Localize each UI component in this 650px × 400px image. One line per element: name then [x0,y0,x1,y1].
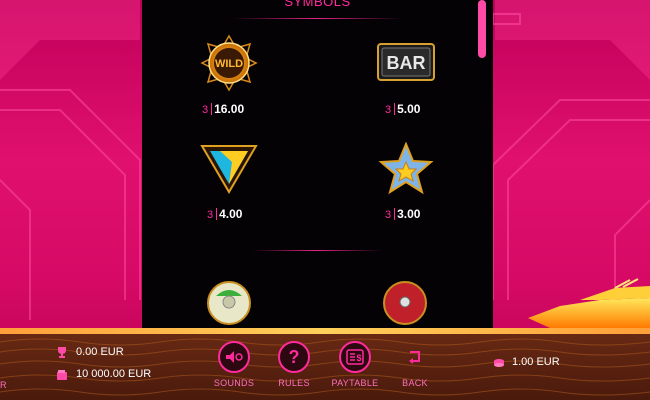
panel-title: SYMBOLS [284,0,351,9]
speedboat-image [528,278,650,328]
star-symbol-icon [378,142,434,195]
payout-value: 4.00 [219,207,243,221]
payout-value: 5.00 [397,102,421,116]
back-label: BACK [402,378,428,388]
rules-label: RULES [278,378,310,388]
payout-value: 3.00 [397,207,421,221]
wild-symbol-text: WILD [215,58,243,70]
payout-separator [394,208,396,220]
payout-count: 3 [385,209,392,221]
paytable-icon[interactable]: $ [339,341,371,373]
credit-amount: 10 000.00 EUR [76,368,152,380]
title-divider [232,18,402,19]
payout-value: 16.00 [214,102,245,116]
paytable-label: PAYTABLE [331,378,379,388]
payout-star: 3 3.00 [385,207,420,221]
green-orb-symbol-icon [207,281,251,325]
back-arrow-icon[interactable] [399,341,431,373]
payout-separator [216,208,218,220]
question-icon[interactable]: ? [278,341,310,373]
payout-separator [211,103,213,115]
payout-count: 3 [385,104,392,116]
win-amount: 0.00 EUR [76,346,124,358]
bet-amount: 1.00 EUR [512,356,560,368]
section-divider [252,250,382,251]
speaker-icon[interactable] [218,341,250,373]
payout-count: 3 [202,104,209,116]
paytable-panel[interactable]: SYMBOLS WILD 3 16.00 BAR 3 5.00 3 4.00 3… [142,0,493,328]
wallet-icon [57,370,67,380]
triangle-symbol-icon [200,145,258,194]
coins-icon [494,359,504,367]
bar-symbol-icon: BAR [377,43,435,81]
payout-count: 3 [207,209,214,221]
payout-wild: 3 16.00 [202,102,244,116]
payout-bar: 3 5.00 [385,102,420,116]
svg-text:$: $ [356,353,361,363]
bar-symbol-text: BAR [387,53,426,73]
paytable-button[interactable]: $ PAYTABLE [325,341,385,388]
payout-separator [394,103,396,115]
panel-scrollbar[interactable] [478,0,486,58]
wild-symbol-icon: WILD [200,34,258,92]
back-button[interactable]: BACK [385,341,445,388]
trophy-icon [58,347,66,358]
sounds-label: SOUNDS [213,378,255,388]
sounds-button[interactable]: SOUNDS [204,341,264,388]
left-edge-text: R [0,380,7,390]
red-orb-symbol-icon [383,281,427,325]
payout-triangle: 3 4.00 [207,207,242,221]
rules-button[interactable]: ? RULES [264,341,324,388]
